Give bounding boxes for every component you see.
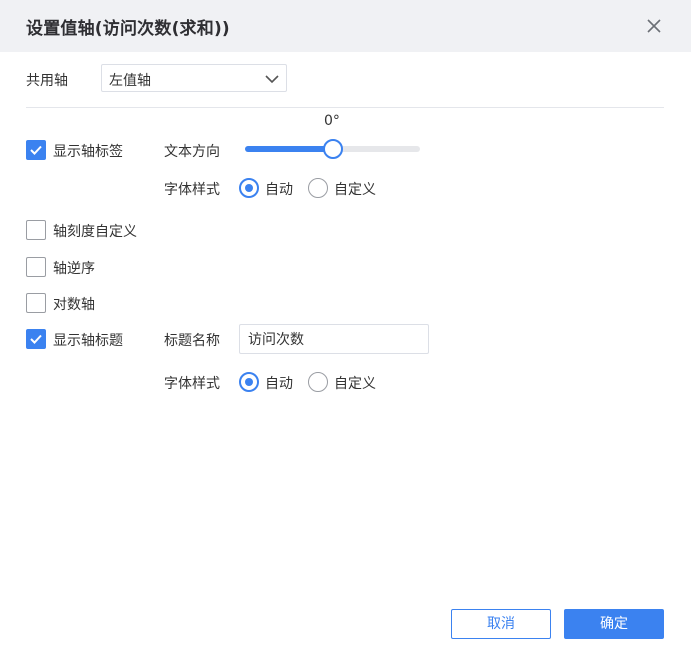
show-axis-label-text: 显示轴标签	[53, 144, 123, 160]
label-font-style-auto-radio[interactable]	[239, 178, 259, 198]
reverse-axis-label: 轴逆序	[53, 261, 95, 277]
cancel-button[interactable]: 取消	[451, 609, 551, 639]
show-axis-title-checkbox[interactable]	[26, 329, 46, 349]
log-axis-checkbox[interactable]	[26, 293, 46, 313]
text-direction-label: 文本方向	[164, 144, 220, 160]
title-font-style-auto-text: 自动	[265, 376, 293, 392]
title-font-style-custom-radio[interactable]	[308, 372, 328, 392]
label-font-style-custom-radio[interactable]	[308, 178, 328, 198]
dialog-title: 设置值轴(访问次数(求和))	[26, 19, 230, 39]
axis-settings-dialog: 设置值轴(访问次数(求和)) 共用轴 左值轴 显示轴标签 文本方向 0° 字体样…	[0, 0, 691, 650]
title-name-label: 标题名称	[164, 333, 220, 349]
close-icon[interactable]	[642, 14, 666, 38]
show-axis-title-text: 显示轴标题	[53, 333, 123, 349]
show-axis-label-checkbox[interactable]	[26, 140, 46, 160]
chevron-down-icon	[264, 71, 280, 87]
custom-scale-label: 轴刻度自定义	[53, 224, 137, 240]
check-icon	[30, 334, 42, 344]
title-name-input[interactable]	[239, 324, 429, 354]
rotation-value: 0°	[324, 113, 340, 129]
dialog-header: 设置值轴(访问次数(求和))	[0, 0, 691, 52]
label-font-style-label: 字体样式	[164, 182, 220, 198]
rotation-slider-handle[interactable]	[323, 139, 343, 159]
check-icon	[30, 145, 42, 155]
shared-axis-select[interactable]: 左值轴	[101, 64, 287, 92]
divider	[26, 107, 664, 108]
title-font-style-label: 字体样式	[164, 376, 220, 392]
label-font-style-auto-text: 自动	[265, 182, 293, 198]
log-axis-label: 对数轴	[53, 297, 95, 313]
title-font-style-auto-radio[interactable]	[239, 372, 259, 392]
reverse-axis-checkbox[interactable]	[26, 257, 46, 277]
custom-scale-checkbox[interactable]	[26, 220, 46, 240]
shared-axis-label: 共用轴	[26, 73, 68, 89]
rotation-slider-fill	[245, 146, 333, 152]
title-font-style-custom-text: 自定义	[334, 376, 376, 392]
label-font-style-custom-text: 自定义	[334, 182, 376, 198]
shared-axis-selected-value: 左值轴	[109, 73, 151, 89]
ok-button[interactable]: 确定	[564, 609, 664, 639]
